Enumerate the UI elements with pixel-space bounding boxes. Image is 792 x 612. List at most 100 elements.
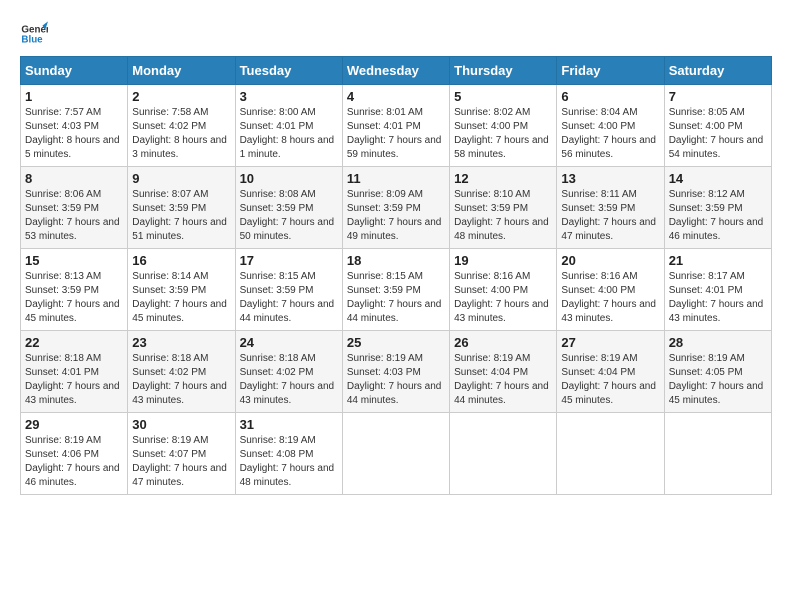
day-number: 19 bbox=[454, 253, 552, 268]
svg-text:Blue: Blue bbox=[21, 34, 43, 45]
day-info: Sunrise: 8:19 AMSunset: 4:03 PMDaylight:… bbox=[347, 352, 445, 408]
day-number: 11 bbox=[347, 171, 445, 186]
day-cell: 27 Sunrise: 8:19 AMSunset: 4:04 PMDayligh… bbox=[557, 331, 664, 413]
day-cell: 28 Sunrise: 8:19 AMSunset: 4:05 PMDayligh… bbox=[664, 331, 771, 413]
day-number: 7 bbox=[669, 89, 767, 104]
day-info: Sunrise: 8:11 AMSunset: 3:59 PMDaylight:… bbox=[561, 188, 659, 244]
day-number: 30 bbox=[132, 417, 230, 432]
day-cell: 8 Sunrise: 8:06 AMSunset: 3:59 PMDaylight… bbox=[21, 167, 128, 249]
day-cell: 6 Sunrise: 8:04 AMSunset: 4:00 PMDaylight… bbox=[557, 85, 664, 167]
day-info: Sunrise: 8:15 AMSunset: 3:59 PMDaylight:… bbox=[347, 270, 445, 326]
day-info: Sunrise: 8:05 AMSunset: 4:00 PMDaylight:… bbox=[669, 106, 767, 162]
day-cell: 13 Sunrise: 8:11 AMSunset: 3:59 PMDayligh… bbox=[557, 167, 664, 249]
day-info: Sunrise: 8:14 AMSunset: 3:59 PMDaylight:… bbox=[132, 270, 230, 326]
day-info: Sunrise: 8:12 AMSunset: 3:59 PMDaylight:… bbox=[669, 188, 767, 244]
day-header-sunday: Sunday bbox=[21, 57, 128, 85]
day-cell bbox=[557, 413, 664, 495]
day-number: 14 bbox=[669, 171, 767, 186]
day-info: Sunrise: 7:57 AMSunset: 4:03 PMDaylight:… bbox=[25, 106, 123, 162]
day-info: Sunrise: 8:19 AMSunset: 4:07 PMDaylight:… bbox=[132, 434, 230, 490]
day-number: 26 bbox=[454, 335, 552, 350]
day-header-wednesday: Wednesday bbox=[342, 57, 449, 85]
day-cell: 29 Sunrise: 8:19 AMSunset: 4:06 PMDayligh… bbox=[21, 413, 128, 495]
day-cell: 5Sunrise: 8:02 AMSunset: 4:00 PMDaylight… bbox=[450, 85, 557, 167]
calendar-table: SundayMondayTuesdayWednesdayThursdayFrid… bbox=[20, 56, 772, 495]
day-info: Sunrise: 8:07 AMSunset: 3:59 PMDaylight:… bbox=[132, 188, 230, 244]
day-cell: 2Sunrise: 7:58 AMSunset: 4:02 PMDaylight… bbox=[128, 85, 235, 167]
day-number: 16 bbox=[132, 253, 230, 268]
day-number: 13 bbox=[561, 171, 659, 186]
week-row-4: 22 Sunrise: 8:18 AMSunset: 4:01 PMDayligh… bbox=[21, 331, 772, 413]
day-info: Sunrise: 8:19 AMSunset: 4:04 PMDaylight:… bbox=[454, 352, 552, 408]
day-cell: 3 Sunrise: 8:00 AMSunset: 4:01 PMDaylight… bbox=[235, 85, 342, 167]
day-number: 31 bbox=[240, 417, 338, 432]
day-cell: 16 Sunrise: 8:14 AMSunset: 3:59 PMDayligh… bbox=[128, 249, 235, 331]
day-number: 21 bbox=[669, 253, 767, 268]
day-number: 22 bbox=[25, 335, 123, 350]
day-info: Sunrise: 8:01 AMSunset: 4:01 PMDaylight:… bbox=[347, 106, 445, 162]
day-cell: 24 Sunrise: 8:18 AMSunset: 4:02 PMDayligh… bbox=[235, 331, 342, 413]
day-cell: 1 Sunrise: 7:57 AMSunset: 4:03 PMDaylight… bbox=[21, 85, 128, 167]
day-header-saturday: Saturday bbox=[664, 57, 771, 85]
day-info: Sunrise: 8:19 AMSunset: 4:04 PMDaylight:… bbox=[561, 352, 659, 408]
day-number: 10 bbox=[240, 171, 338, 186]
day-number: 9 bbox=[132, 171, 230, 186]
day-cell: 31 Sunrise: 8:19 AMSunset: 4:08 PMDayligh… bbox=[235, 413, 342, 495]
day-info: Sunrise: 8:19 AMSunset: 4:06 PMDaylight:… bbox=[25, 434, 123, 490]
day-info: Sunrise: 8:00 AMSunset: 4:01 PMDaylight:… bbox=[240, 106, 338, 162]
day-info: Sunrise: 8:06 AMSunset: 3:59 PMDaylight:… bbox=[25, 188, 123, 244]
day-cell bbox=[342, 413, 449, 495]
day-cell: 18 Sunrise: 8:15 AMSunset: 3:59 PMDayligh… bbox=[342, 249, 449, 331]
day-header-tuesday: Tuesday bbox=[235, 57, 342, 85]
day-number: 2 bbox=[132, 89, 230, 104]
day-number: 4 bbox=[347, 89, 445, 104]
day-info: Sunrise: 8:18 AMSunset: 4:02 PMDaylight:… bbox=[132, 352, 230, 408]
day-info: Sunrise: 8:10 AMSunset: 3:59 PMDaylight:… bbox=[454, 188, 552, 244]
day-info: Sunrise: 8:08 AMSunset: 3:59 PMDaylight:… bbox=[240, 188, 338, 244]
page-header: General Blue bbox=[20, 20, 772, 48]
week-row-3: 15 Sunrise: 8:13 AMSunset: 3:59 PMDayligh… bbox=[21, 249, 772, 331]
day-number: 3 bbox=[240, 89, 338, 104]
day-info: Sunrise: 8:04 AMSunset: 4:00 PMDaylight:… bbox=[561, 106, 659, 162]
day-cell: 11 Sunrise: 8:09 AMSunset: 3:59 PMDayligh… bbox=[342, 167, 449, 249]
week-row-5: 29 Sunrise: 8:19 AMSunset: 4:06 PMDayligh… bbox=[21, 413, 772, 495]
day-cell: 19Sunrise: 8:16 AMSunset: 4:00 PMDayligh… bbox=[450, 249, 557, 331]
day-header-monday: Monday bbox=[128, 57, 235, 85]
day-number: 1 bbox=[25, 89, 123, 104]
day-cell: 14 Sunrise: 8:12 AMSunset: 3:59 PMDayligh… bbox=[664, 167, 771, 249]
day-number: 6 bbox=[561, 89, 659, 104]
day-number: 23 bbox=[132, 335, 230, 350]
day-cell bbox=[664, 413, 771, 495]
day-number: 24 bbox=[240, 335, 338, 350]
day-header-friday: Friday bbox=[557, 57, 664, 85]
week-row-1: 1 Sunrise: 7:57 AMSunset: 4:03 PMDaylight… bbox=[21, 85, 772, 167]
day-info: Sunrise: 8:19 AMSunset: 4:05 PMDaylight:… bbox=[669, 352, 767, 408]
day-cell: 4 Sunrise: 8:01 AMSunset: 4:01 PMDaylight… bbox=[342, 85, 449, 167]
day-info: Sunrise: 8:09 AMSunset: 3:59 PMDaylight:… bbox=[347, 188, 445, 244]
day-cell: 9 Sunrise: 8:07 AMSunset: 3:59 PMDaylight… bbox=[128, 167, 235, 249]
day-number: 27 bbox=[561, 335, 659, 350]
day-number: 28 bbox=[669, 335, 767, 350]
day-number: 25 bbox=[347, 335, 445, 350]
day-header-thursday: Thursday bbox=[450, 57, 557, 85]
day-cell: 25 Sunrise: 8:19 AMSunset: 4:03 PMDayligh… bbox=[342, 331, 449, 413]
day-number: 18 bbox=[347, 253, 445, 268]
day-number: 15 bbox=[25, 253, 123, 268]
day-number: 12 bbox=[454, 171, 552, 186]
day-info: Sunrise: 8:15 AMSunset: 3:59 PMDaylight:… bbox=[240, 270, 338, 326]
day-number: 20 bbox=[561, 253, 659, 268]
day-cell bbox=[450, 413, 557, 495]
day-cell: 21 Sunrise: 8:17 AMSunset: 4:01 PMDayligh… bbox=[664, 249, 771, 331]
day-info: Sunrise: 8:18 AMSunset: 4:01 PMDaylight:… bbox=[25, 352, 123, 408]
day-cell: 23 Sunrise: 8:18 AMSunset: 4:02 PMDayligh… bbox=[128, 331, 235, 413]
day-info: Sunrise: 8:18 AMSunset: 4:02 PMDaylight:… bbox=[240, 352, 338, 408]
day-info: Sunrise: 8:19 AMSunset: 4:08 PMDaylight:… bbox=[240, 434, 338, 490]
day-cell: 7 Sunrise: 8:05 AMSunset: 4:00 PMDaylight… bbox=[664, 85, 771, 167]
day-number: 8 bbox=[25, 171, 123, 186]
day-cell: 20 Sunrise: 8:16 AMSunset: 4:00 PMDayligh… bbox=[557, 249, 664, 331]
day-number: 29 bbox=[25, 417, 123, 432]
day-info: Sunrise: 8:13 AMSunset: 3:59 PMDaylight:… bbox=[25, 270, 123, 326]
day-cell: 26 Sunrise: 8:19 AMSunset: 4:04 PMDayligh… bbox=[450, 331, 557, 413]
day-info: Sunrise: 8:17 AMSunset: 4:01 PMDaylight:… bbox=[669, 270, 767, 326]
day-info: Sunrise: 8:16 AMSunset: 4:00 PMDaylight:… bbox=[561, 270, 659, 326]
